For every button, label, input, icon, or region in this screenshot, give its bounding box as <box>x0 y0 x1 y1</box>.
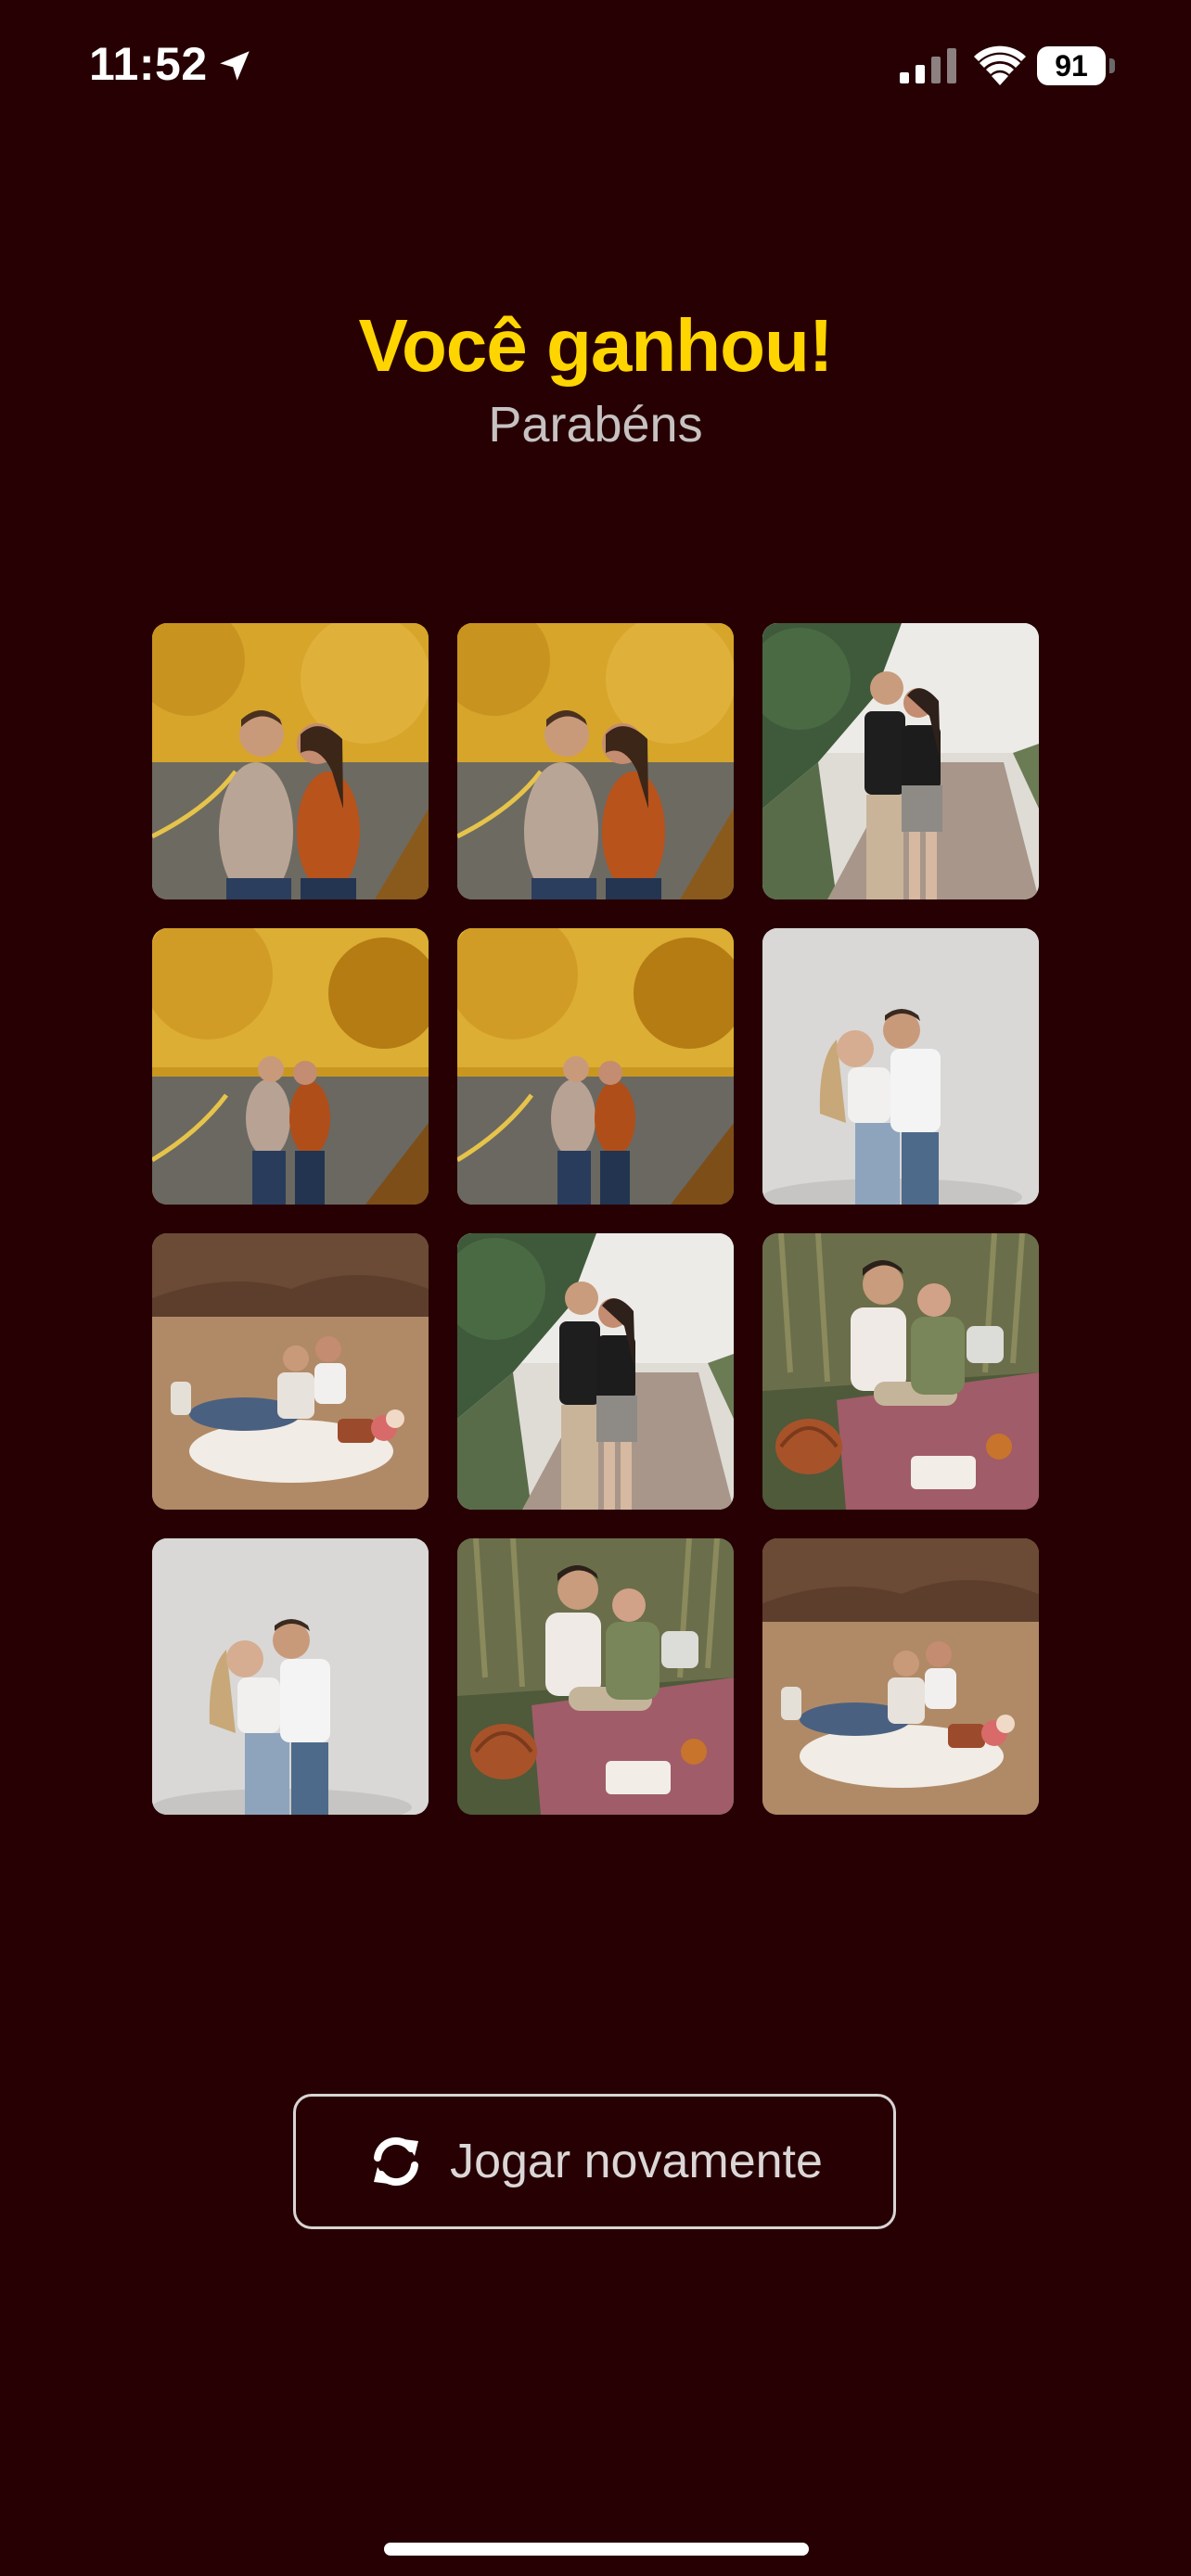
battery-cap <box>1109 58 1115 73</box>
battery-level: 91 <box>1037 46 1106 85</box>
win-subtitle: Parabéns <box>488 397 703 453</box>
memory-card[interactable] <box>762 623 1039 899</box>
memory-card[interactable] <box>152 623 429 899</box>
memory-card[interactable] <box>152 928 429 1205</box>
memory-card[interactable] <box>152 1233 429 1510</box>
win-title: Você ganhou! <box>358 304 834 387</box>
photo-couple-autumn-road-wide <box>457 928 734 1205</box>
location-arrow-icon <box>220 51 250 81</box>
photo-couple-coastal-path <box>457 1233 734 1510</box>
memory-card-grid <box>152 623 1039 1815</box>
memory-card[interactable] <box>457 1538 734 1815</box>
memory-card[interactable] <box>457 1233 734 1510</box>
wifi-icon <box>974 45 1026 85</box>
memory-card[interactable] <box>762 1538 1039 1815</box>
memory-card[interactable] <box>457 623 734 899</box>
refresh-icon <box>374 2136 419 2187</box>
memory-card[interactable] <box>152 1538 429 1815</box>
cellular-signal-icon <box>900 48 956 83</box>
play-again-label: Jogar novamente <box>450 2135 823 2188</box>
photo-couple-autumn-road-close <box>457 623 734 899</box>
battery-icon: 91 <box>1037 46 1115 85</box>
photo-couple-field-picnic <box>152 1233 429 1510</box>
photo-couple-grass-picnic <box>457 1538 734 1815</box>
photo-couple-coastal-path <box>762 623 1039 899</box>
photo-couple-autumn-road-wide <box>152 928 429 1205</box>
status-time: 11:52 <box>89 38 208 90</box>
memory-card[interactable] <box>762 928 1039 1205</box>
status-bar: 11:52 91 <box>0 0 1191 130</box>
memory-card[interactable] <box>457 928 734 1205</box>
play-again-button[interactable]: Jogar novamente <box>293 2094 896 2229</box>
photo-couple-autumn-road-close <box>152 623 429 899</box>
memory-card[interactable] <box>762 1233 1039 1510</box>
photo-couple-studio-embrace <box>762 928 1039 1205</box>
photo-couple-studio-embrace <box>152 1538 429 1815</box>
result-header: Você ganhou! Parabéns <box>0 295 1191 458</box>
home-indicator[interactable] <box>384 2543 809 2556</box>
photo-couple-field-picnic <box>762 1538 1039 1815</box>
photo-couple-grass-picnic <box>762 1233 1039 1510</box>
